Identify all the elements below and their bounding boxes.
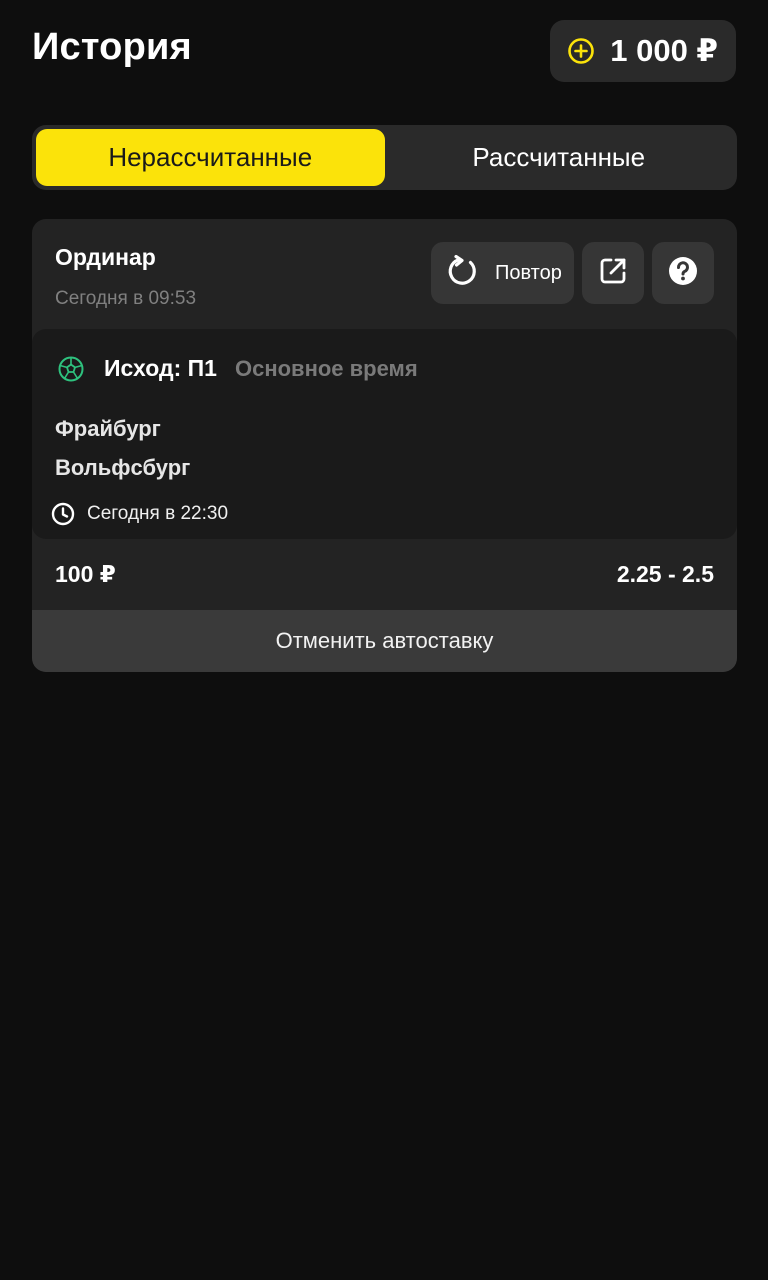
balance-amount: 1 000 ₽ bbox=[610, 33, 718, 68]
share-button[interactable] bbox=[582, 242, 644, 304]
repeat-button[interactable]: Повтор bbox=[431, 242, 574, 304]
period-label: Основное время bbox=[234, 355, 418, 381]
bet-card: Ординар Сегодня в 09:53 Повтор Исход: П1… bbox=[32, 219, 737, 672]
page-title: История bbox=[32, 26, 192, 68]
repeat-label: Повтор bbox=[495, 261, 562, 284]
tab-unsettled[interactable]: Нерассчитанные bbox=[36, 129, 385, 186]
bet-actions: Повтор bbox=[431, 242, 714, 304]
clock-icon bbox=[51, 502, 75, 526]
football-icon bbox=[58, 356, 84, 382]
repeat-icon bbox=[445, 253, 481, 294]
balance-button[interactable]: 1 000 ₽ bbox=[550, 20, 736, 82]
help-button[interactable] bbox=[652, 242, 714, 304]
bet-date: Сегодня в 09:53 bbox=[55, 288, 197, 309]
odds-value: 2.25 - 2.5 bbox=[616, 561, 714, 587]
share-icon bbox=[597, 255, 629, 292]
stake-amount: 100 ₽ bbox=[55, 561, 116, 587]
outcome-row: Исход: П1 Основное время bbox=[58, 355, 418, 382]
event-time: Сегодня в 22:30 bbox=[51, 502, 228, 526]
event-block: Исход: П1 Основное время Фрайбург Вольфс… bbox=[32, 329, 737, 539]
plus-circle-icon bbox=[566, 36, 596, 66]
team-home: Фрайбург bbox=[55, 416, 161, 441]
team-away: Вольфсбург bbox=[55, 455, 191, 480]
bet-type: Ординар bbox=[55, 244, 156, 270]
history-screen: История 1 000 ₽ Нерассчитанные Рассчитан… bbox=[0, 0, 768, 1280]
event-time-label: Сегодня в 22:30 bbox=[87, 503, 229, 524]
outcome-label: Исход: П1 bbox=[104, 355, 217, 381]
tab-settled[interactable]: Рассчитанные bbox=[385, 129, 734, 186]
help-icon bbox=[667, 255, 699, 292]
bet-status-tabs: Нерассчитанные Рассчитанные bbox=[32, 125, 737, 190]
cancel-autobet-button[interactable]: Отменить автоставку bbox=[32, 610, 737, 672]
